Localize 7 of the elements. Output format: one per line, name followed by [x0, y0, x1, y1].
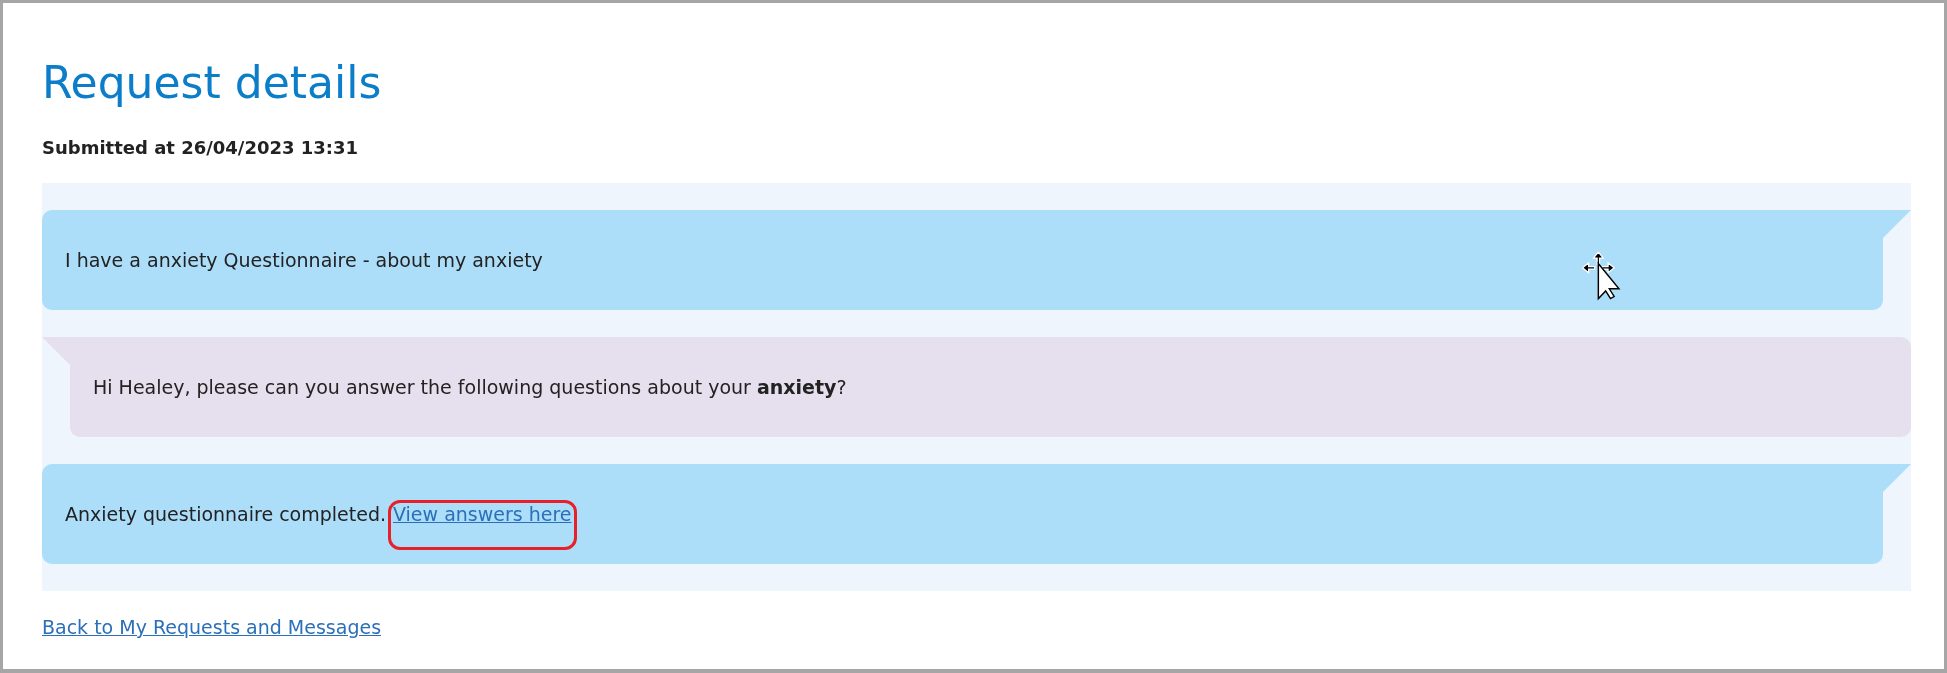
view-answers-link[interactable]: View answers here: [388, 500, 577, 550]
back-link[interactable]: Back to My Requests and Messages: [42, 616, 382, 638]
page-title: Request details: [42, 56, 383, 110]
submitted-date: Submitted at 26/04/2023 13:31: [42, 136, 360, 160]
message-text: Hi Healey, please can you answer the following questions about your anxiety?: [93, 376, 847, 398]
message-text: I have a anxiety Questionnaire - about my anxiety: [65, 249, 543, 271]
message-text: Anxiety questionnaire completed.: [65, 503, 386, 525]
